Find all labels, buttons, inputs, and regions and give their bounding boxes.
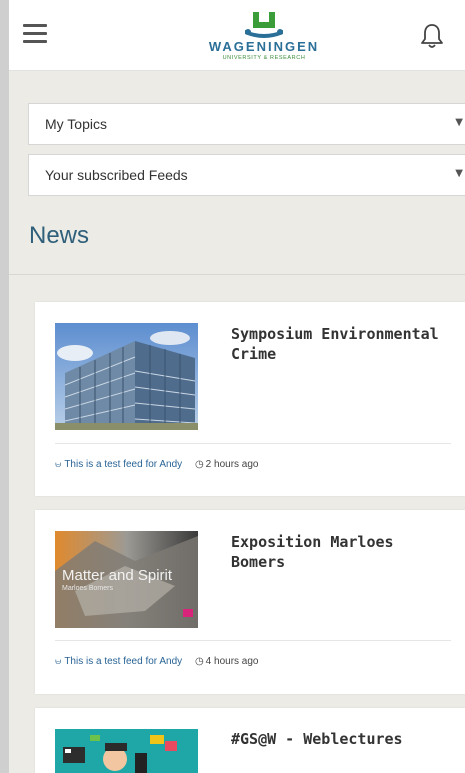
- news-thumbnail: [55, 323, 198, 430]
- news-time: ◷ 2 hours ago: [195, 459, 259, 470]
- logo-wordmark: WAGENINGEN: [208, 39, 320, 54]
- page-title: News: [29, 222, 90, 249]
- thumbnail-subcaption: Marloes Bomers: [62, 585, 113, 592]
- time-text: 4 hours ago: [205, 656, 259, 667]
- chevron-down-icon: ▼: [455, 168, 463, 179]
- news-meta: ⩁ This is a test feed for Andy ◷ 2 hours a…: [55, 459, 259, 470]
- topics-select-label: My Topics: [45, 116, 107, 132]
- news-title[interactable]: Symposium Environmental Crime: [231, 324, 451, 364]
- feed-link[interactable]: ⩁ This is a test feed for Andy: [55, 656, 182, 667]
- feed-name: This is a test feed for Andy: [64, 459, 183, 470]
- time-text: 2 hours ago: [205, 459, 259, 470]
- app-header: WAGENINGEN UNIVERSITY & RESEARCH: [9, 0, 465, 71]
- feed-name: This is a test feed for Andy: [64, 656, 183, 667]
- card-divider: [55, 443, 451, 444]
- news-card[interactable]: #GS@W - Weblectures: [35, 708, 465, 773]
- logo[interactable]: WAGENINGEN UNIVERSITY & RESEARCH: [194, 10, 334, 65]
- feeds-select-label: Your subscribed Feeds: [45, 167, 188, 183]
- thumbnail-caption: Matter and Spirit: [62, 567, 173, 584]
- menu-button[interactable]: [23, 24, 47, 44]
- news-thumbnail: [55, 729, 198, 773]
- card-divider: [55, 640, 451, 641]
- clock-icon: ◷: [194, 656, 204, 667]
- chevron-down-icon: ▼: [455, 117, 463, 128]
- divider: [9, 274, 465, 275]
- news-time: ◷ 4 hours ago: [195, 656, 259, 667]
- bell-icon: [421, 24, 443, 48]
- feeds-select[interactable]: Your subscribed Feeds ▼: [28, 154, 465, 196]
- logo-mark: [245, 12, 283, 38]
- news-thumbnail: Matter and Spirit Marloes Bomers: [55, 531, 198, 628]
- news-title[interactable]: Exposition Marloes Bomers: [231, 532, 451, 572]
- rss-icon: ⩁: [55, 459, 62, 469]
- topics-select[interactable]: My Topics ▼: [28, 103, 465, 145]
- hamburger-icon: [23, 24, 47, 27]
- notifications-button[interactable]: [419, 22, 445, 50]
- logo-subtitle: UNIVERSITY & RESEARCH: [222, 55, 306, 61]
- news-title[interactable]: #GS@W - Weblectures: [231, 729, 451, 749]
- feed-link[interactable]: ⩁ This is a test feed for Andy: [55, 459, 182, 470]
- news-meta: ⩁ This is a test feed for Andy ◷ 4 hours a…: [55, 656, 259, 667]
- rss-icon: ⩁: [55, 656, 62, 666]
- clock-icon: ◷: [194, 459, 204, 470]
- news-card[interactable]: Matter and Spirit Marloes Bomers Exposit…: [35, 510, 465, 694]
- left-edge: [0, 0, 9, 773]
- news-card[interactable]: Symposium Environmental Crime ⩁ This is a…: [35, 302, 465, 496]
